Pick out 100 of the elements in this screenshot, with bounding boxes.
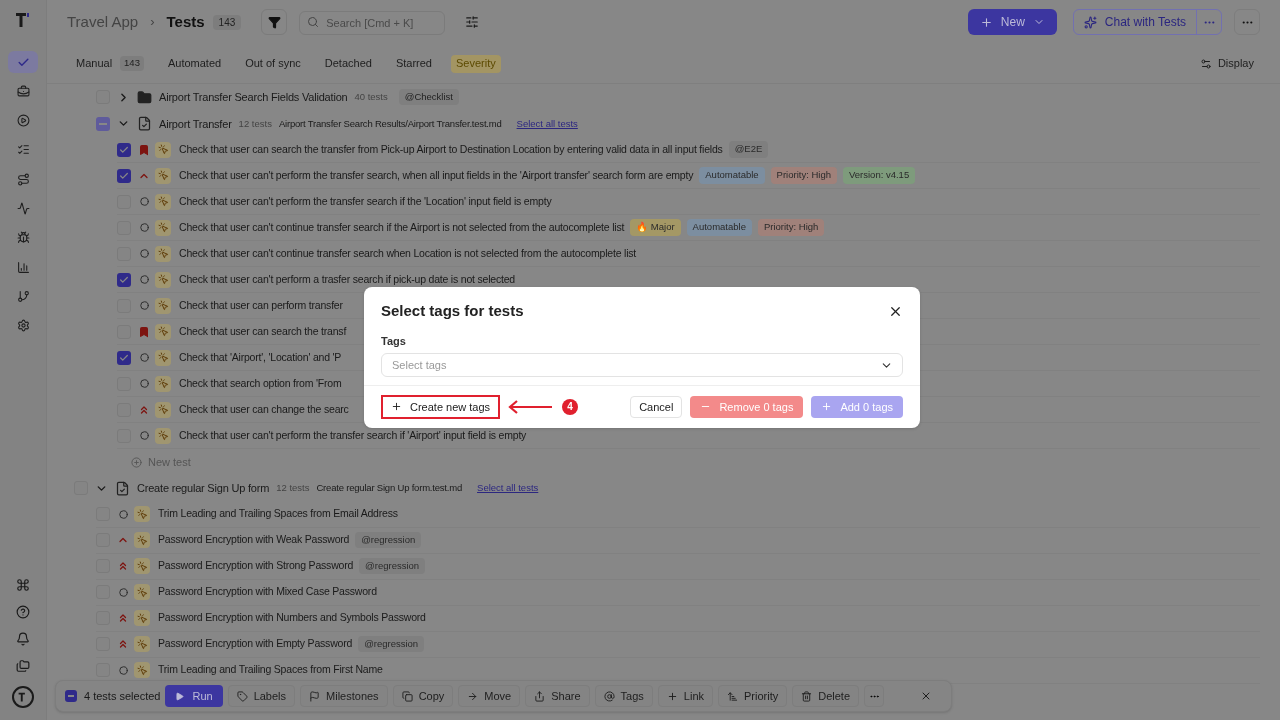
checkbox[interactable] — [65, 690, 77, 702]
test-title[interactable]: Password Encryption with Strong Password — [158, 558, 354, 574]
suite-name[interactable]: Airport Transfer Search Fields Validation — [159, 89, 348, 106]
search-field[interactable]: Search [Cmd + K] — [299, 11, 446, 35]
test-title[interactable]: Check that user can't perform the transfer search, when all input fields in the 'Airport transfer' search form are empty — [179, 167, 694, 184]
test-title[interactable]: Check that user can change the searc — [179, 401, 349, 418]
more-button[interactable] — [864, 685, 885, 707]
checkbox[interactable] — [96, 116, 110, 131]
test-title[interactable]: Password Encryption with Weak Password — [158, 532, 350, 548]
check-icon — [119, 274, 129, 285]
view-settings-icon[interactable] — [465, 15, 480, 29]
dialog-title: Select tags for tests — [381, 301, 524, 321]
command-icon[interactable] — [16, 578, 30, 592]
chat-button[interactable]: Chat with Tests — [1073, 10, 1196, 34]
folders-icon[interactable] — [16, 659, 30, 673]
avatar-logo-icon[interactable] — [12, 686, 34, 708]
test-type-icon — [134, 506, 150, 522]
display-button[interactable]: Display — [1199, 55, 1254, 72]
test-count: 40 tests — [354, 90, 388, 105]
test-title[interactable]: Check that user can perform transfer — [179, 297, 343, 314]
file-check-icon — [137, 116, 152, 132]
action-button[interactable]: Share — [525, 685, 590, 707]
action-button[interactable]: Link — [657, 685, 713, 707]
test-type-icon — [134, 636, 150, 652]
test-title[interactable]: Check that search option from 'From — [179, 375, 342, 392]
trash-icon — [801, 690, 813, 702]
test-count: 12 tests — [276, 481, 310, 496]
filter-tab[interactable]: Manual 143 — [71, 54, 149, 73]
sliders-icon — [1199, 57, 1212, 70]
annotation-arrow — [508, 399, 555, 414]
file-check-icon — [115, 480, 130, 496]
test-title[interactable]: Password Encryption with Empty Password — [158, 636, 353, 652]
action-button[interactable]: Move — [458, 685, 521, 707]
test-title[interactable]: Password Encryption with Numbers and Symbols Password — [158, 610, 426, 626]
test-title[interactable]: Trim Leading and Trailing Spaces from Email Address — [158, 506, 398, 522]
action-button[interactable]: Tags — [594, 685, 653, 707]
action-button[interactable]: Delete — [792, 685, 860, 707]
test-title[interactable]: Check that user can't perform a trasfer search if pick-up date is not selected — [179, 271, 515, 288]
plus-icon — [391, 401, 402, 413]
select-all-link[interactable]: Select all tests — [477, 481, 539, 496]
test-title[interactable]: Check that user can't continue transfer search if the Airport is not selected from the autocomplete list — [179, 219, 625, 236]
copy-icon — [401, 690, 413, 702]
test-title[interactable]: Check that user can't perform the transfer search if the 'Location' input field is empty — [179, 193, 552, 210]
file-path: Create regular Sign Up form.test.md — [316, 481, 463, 496]
checkbox[interactable] — [117, 142, 131, 157]
test-title[interactable]: Check that user can't continue transfer search when Location is not selected from the autocomplete list — [179, 245, 637, 262]
check-icon — [119, 352, 129, 363]
filter-button[interactable] — [261, 9, 288, 35]
action-button[interactable]: Milestones — [300, 685, 388, 707]
filter-tab[interactable]: Detached — [319, 54, 377, 73]
action-button[interactable]: Copy — [392, 685, 454, 707]
sort-icon — [727, 690, 738, 702]
flag-icon — [309, 690, 321, 702]
project-breadcrumb[interactable]: Travel App — [67, 10, 139, 34]
bell-icon[interactable] — [16, 632, 30, 646]
test-type-icon — [134, 532, 150, 548]
plus-icon — [666, 690, 678, 702]
checkbox[interactable] — [117, 168, 131, 183]
new-button[interactable]: New — [967, 9, 1057, 35]
test-title[interactable]: Trim Leading and Trailing Spaces from First Name — [158, 662, 383, 678]
test-title[interactable]: Password Encryption with Mixed Case Password — [158, 584, 377, 600]
test-title[interactable]: Check that user can't perform the transfer search if 'Airport' input field is empty — [179, 427, 527, 444]
test-title[interactable]: Check that user can search the transf — [179, 323, 347, 340]
checkbox[interactable] — [117, 350, 131, 365]
tag-label: @Checklist — [398, 89, 459, 106]
action-button[interactable]: Priority — [718, 685, 788, 707]
test-type-icon — [155, 375, 171, 392]
filter-tab[interactable]: Severity — [450, 54, 501, 73]
run-button[interactable]: Run — [165, 685, 223, 707]
cancel-button[interactable]: Cancel — [630, 395, 683, 418]
filter-tab[interactable]: Starred — [390, 54, 437, 73]
selection-count: 4 tests selected — [84, 688, 161, 704]
step-number-badge: 4 — [562, 398, 579, 415]
create-tags-button[interactable]: Create new tags — [381, 394, 501, 419]
filter-tab[interactable]: Out of sync — [240, 54, 306, 73]
share-icon — [534, 690, 546, 702]
logo-icon[interactable] — [15, 12, 31, 28]
test-title[interactable]: Check that user can search the transfer from Pick-up Airport to Destination Location by entering valid data in all input fields — [179, 141, 723, 158]
test-type-icon — [155, 167, 171, 184]
check-icon[interactable] — [8, 51, 38, 73]
search-icon — [307, 16, 320, 28]
help-icon[interactable] — [16, 605, 30, 619]
tag-icon — [236, 690, 248, 702]
suite-name[interactable]: Airport Transfer — [159, 115, 232, 132]
test-type-icon — [134, 662, 150, 678]
test-type-icon — [155, 349, 171, 366]
sparkle-icon — [1083, 15, 1097, 29]
tags-select[interactable]: Select tags — [381, 352, 903, 378]
suite-name[interactable]: Create regular Sign Up form — [137, 480, 270, 497]
at-sign-icon — [603, 690, 615, 702]
filter-tab[interactable]: Automated — [162, 54, 227, 73]
action-button[interactable]: Labels — [227, 685, 296, 707]
select-all-link[interactable]: Select all tests — [516, 116, 578, 131]
breadcrumb-separator: › — [150, 13, 155, 32]
checkbox[interactable] — [117, 272, 131, 287]
field-label: Tags — [380, 333, 407, 349]
test-title[interactable]: Check that 'Airport', 'Location' and 'P — [179, 349, 342, 366]
plus-icon — [821, 401, 833, 413]
check-icon — [119, 144, 129, 155]
arrow-right-icon — [467, 690, 479, 702]
